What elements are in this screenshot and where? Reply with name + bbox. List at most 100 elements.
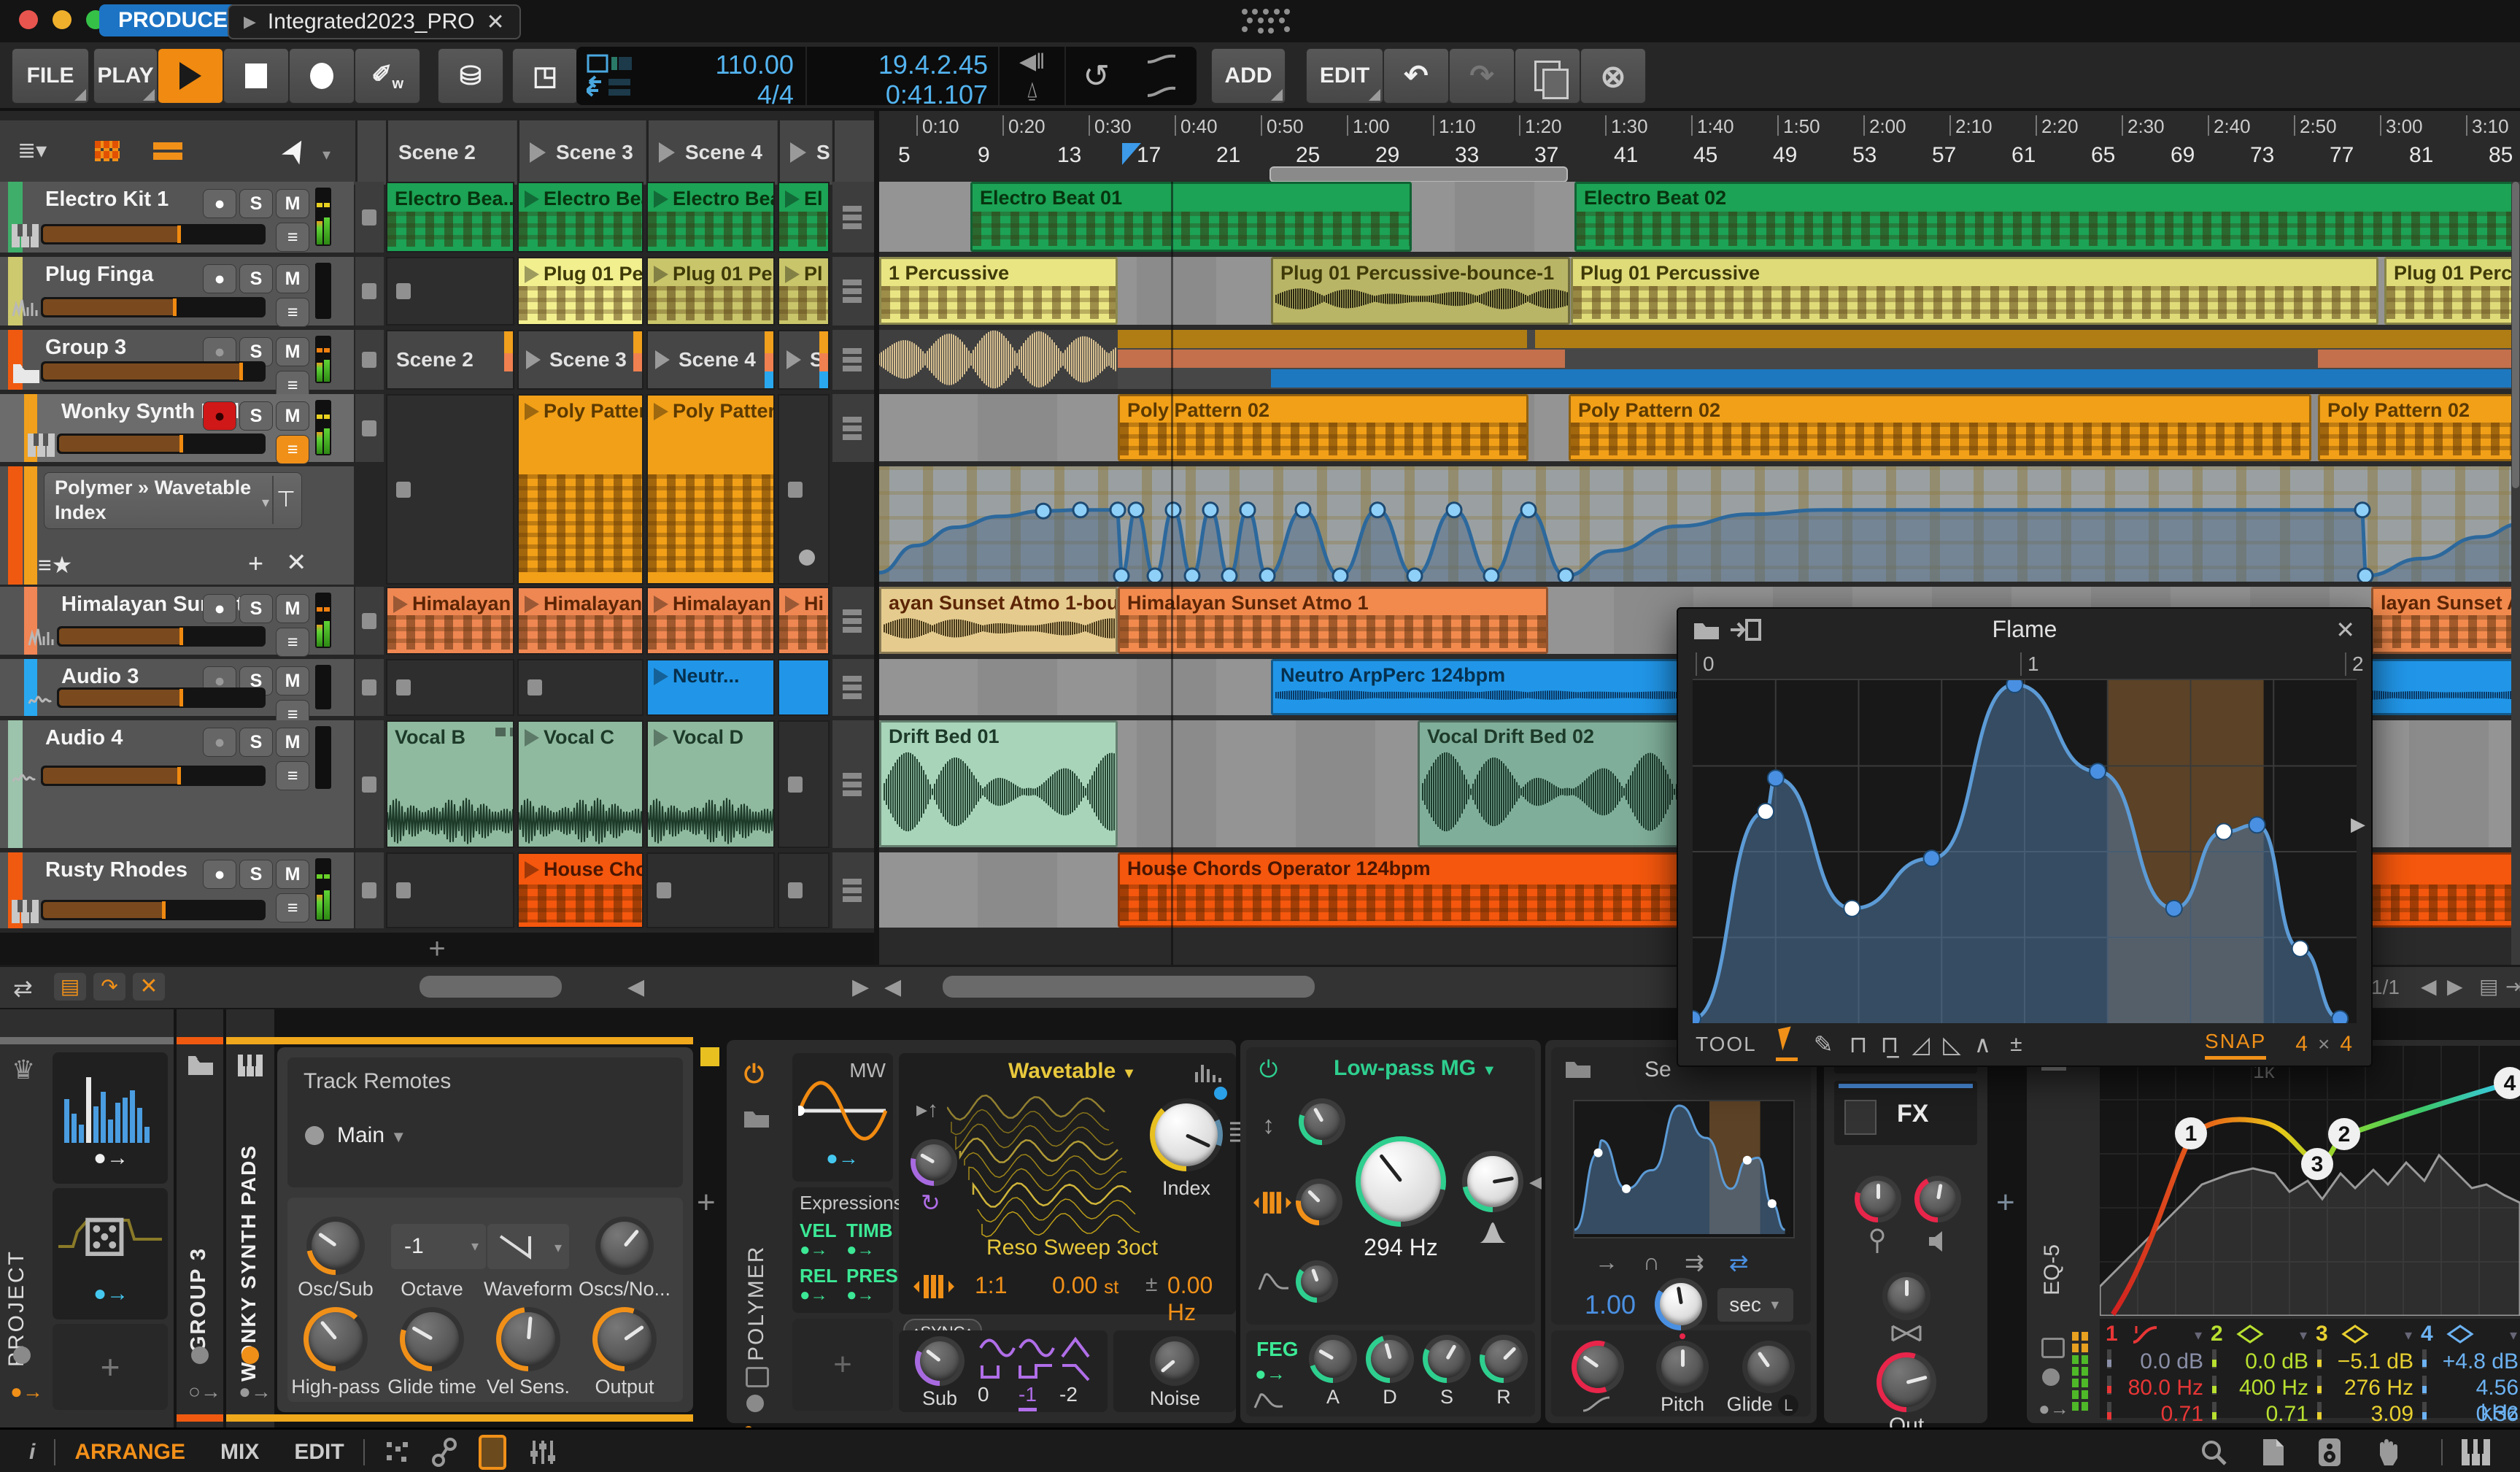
follow-playback-toggle[interactable]: ↷: [93, 973, 125, 1001]
track-menu-button[interactable]: ≡: [276, 628, 309, 657]
volume-fader[interactable]: [41, 766, 266, 786]
panel-divider[interactable]: [874, 111, 879, 1005]
scroll-left-icon[interactable]: ◀: [627, 974, 644, 1000]
track-header-audio-4[interactable]: Audio 4 ● S M ≡: [0, 720, 354, 848]
expression-route-icon[interactable]: ●→: [800, 1240, 828, 1260]
folder-icon[interactable]: [1564, 1057, 1592, 1079]
fx-slot-checkbox[interactable]: [1844, 1100, 1877, 1135]
feg-d-knob[interactable]: [1366, 1335, 1414, 1383]
arm-record-button[interactable]: ●: [203, 728, 236, 757]
clip-play-icon[interactable]: [785, 596, 800, 613]
automation-follow-icon[interactable]: [1143, 50, 1180, 101]
group-scene-cell[interactable]: Sc: [778, 330, 830, 390]
filter-resonance-knob[interactable]: [1462, 1151, 1523, 1212]
track-header-electro-kit-1[interactable]: Electro Kit 1 ● S M ≡: [0, 182, 354, 253]
expression-route-icon[interactable]: ●→: [846, 1240, 875, 1260]
clip-stop-cell[interactable]: [355, 587, 384, 655]
clip-stop-cell[interactable]: [355, 852, 384, 928]
clip-play-icon[interactable]: [525, 729, 539, 747]
arm-record-button[interactable]: ●: [203, 401, 236, 431]
band-dropdown-icon[interactable]: ▾: [2405, 1326, 2412, 1344]
time-signature[interactable]: 4/4: [666, 80, 794, 109]
expression-timb[interactable]: TIMB: [846, 1219, 893, 1242]
launcher-clip[interactable]: Vocal B: [386, 720, 514, 848]
project-tab-close-icon[interactable]: ✕: [486, 9, 504, 35]
record-clip-dot[interactable]: [798, 550, 815, 566]
launcher-list-toggle[interactable]: ▤: [54, 973, 86, 1001]
launcher-clip[interactable]: Electro Bea...: [646, 182, 775, 253]
arranger-lane-electro[interactable]: Electro Beat 01 Electro Beat 02: [879, 182, 2520, 255]
automation-write-button[interactable]: ✐w: [355, 48, 420, 104]
clip-play-icon[interactable]: [525, 266, 539, 283]
launcher-clip[interactable]: House Cho...: [517, 852, 643, 928]
add-automation-lane-button[interactable]: +: [248, 548, 263, 579]
empty-clip-slot[interactable]: [646, 852, 775, 928]
eq-band-header[interactable]: 2 ▾: [2211, 1322, 2307, 1346]
play-menu-button[interactable]: PLAY: [93, 48, 158, 104]
band-dropdown-icon[interactable]: ▾: [2195, 1326, 2202, 1344]
volume-fader[interactable]: [57, 433, 266, 454]
launcher-clip[interactable]: El: [778, 182, 830, 253]
modulation-route-icon[interactable]: ●→: [93, 1146, 128, 1171]
fill-mode-button[interactable]: ◳: [512, 48, 578, 104]
track-name[interactable]: Audio 4: [45, 726, 123, 750]
add-device-button[interactable]: +: [697, 1184, 716, 1221]
add-device-button[interactable]: +: [1996, 1184, 2015, 1221]
wavetable-mode-select[interactable]: Wavetable ▼: [1008, 1059, 1136, 1084]
wavetable-preset-name[interactable]: Reso Sweep 3oct: [986, 1236, 1158, 1260]
out-knob[interactable]: [1877, 1352, 1936, 1412]
volume-fader[interactable]: [41, 900, 266, 920]
scene-header[interactable]: Scene 4: [646, 120, 777, 185]
segments-rate-value[interactable]: 1.00: [1585, 1290, 1636, 1320]
oneshot-icon[interactable]: →: [1595, 1249, 1618, 1276]
osc-ratio-value[interactable]: 1:1: [975, 1272, 1007, 1299]
touch-hand-icon[interactable]: [2374, 1438, 2400, 1467]
mute-button[interactable]: M: [276, 189, 309, 218]
flame-canvas[interactable]: [1693, 680, 2357, 1023]
arm-record-button[interactable]: ●: [203, 264, 236, 293]
clip-play-icon[interactable]: [525, 596, 539, 613]
clip-play-icon[interactable]: [654, 190, 668, 208]
band-gain-value[interactable]: +4.8 dB: [2434, 1349, 2519, 1374]
launcher-clip[interactable]: Himalayan ...: [386, 587, 514, 655]
device-panel-toggle-active[interactable]: [478, 1434, 506, 1470]
group-scene-cell[interactable]: Scene 2: [386, 330, 514, 390]
empty-clip-slot[interactable]: [386, 852, 514, 928]
eq-curve[interactable]: 1k1 234: [2100, 1046, 2520, 1316]
track-menu-button[interactable]: ≡: [276, 298, 309, 327]
clip-play-icon[interactable]: [525, 861, 539, 879]
launcher-clip[interactable]: Vocal C: [517, 720, 643, 848]
group-subclip-bar[interactable]: [1535, 330, 2520, 348]
punch-in-icon[interactable]: ◀‖: [1019, 49, 1045, 74]
track-menu-button[interactable]: ≡: [276, 893, 309, 922]
scene-row-actions[interactable]: [832, 182, 874, 253]
empty-clip-slot[interactable]: [517, 659, 643, 716]
spectrum-icon[interactable]: [1194, 1062, 1226, 1082]
modulation-route-icon[interactable]: ●→: [93, 1282, 128, 1306]
vertical-scrollbar[interactable]: [2511, 182, 2520, 970]
filter-power-button[interactable]: ⏻: [1259, 1056, 1278, 1084]
mixer-toggle-icon[interactable]: [528, 1438, 557, 1467]
phase-random-icon[interactable]: ↻: [921, 1189, 940, 1217]
track-menu-button[interactable]: ≡: [276, 223, 309, 252]
arranger-lane-wonky[interactable]: Poly Pattern 02 Poly Pattern 02 Poly Patte…: [879, 394, 2520, 464]
stop-all-clips-button[interactable]: ✕: [133, 973, 165, 1001]
cutoff-value[interactable]: 294 Hz: [1356, 1234, 1446, 1261]
arranger-clip[interactable]: 1 Percussive: [879, 257, 1118, 325]
sub-octave-option[interactable]: -1: [1019, 1383, 1037, 1411]
band-dropdown-icon[interactable]: ▾: [2300, 1326, 2307, 1344]
add-track-row[interactable]: +: [0, 933, 874, 965]
ramp-up-tool-icon[interactable]: ◿: [1912, 1030, 1930, 1058]
arranger-clip[interactable]: Poly Pattern 02: [1118, 394, 1528, 461]
clip-play-icon[interactable]: [654, 403, 668, 420]
loop-region-bar[interactable]: [1269, 166, 1568, 182]
grid-x-value[interactable]: 4: [2295, 1032, 2308, 1057]
stop-button[interactable]: [223, 48, 289, 104]
launcher-clip[interactable]: Neutr...: [646, 659, 775, 716]
snap-toggle[interactable]: SNAP: [2205, 1030, 2267, 1060]
scene-row-actions[interactable]: [832, 852, 874, 928]
arranger-clip[interactable]: Electro Beat 02: [1574, 182, 2520, 252]
octave-select[interactable]: -1 ▾: [391, 1224, 486, 1269]
launcher-clip[interactable]: Plug 01 Per...: [517, 257, 643, 325]
track-name[interactable]: Electro Kit 1: [45, 188, 169, 212]
